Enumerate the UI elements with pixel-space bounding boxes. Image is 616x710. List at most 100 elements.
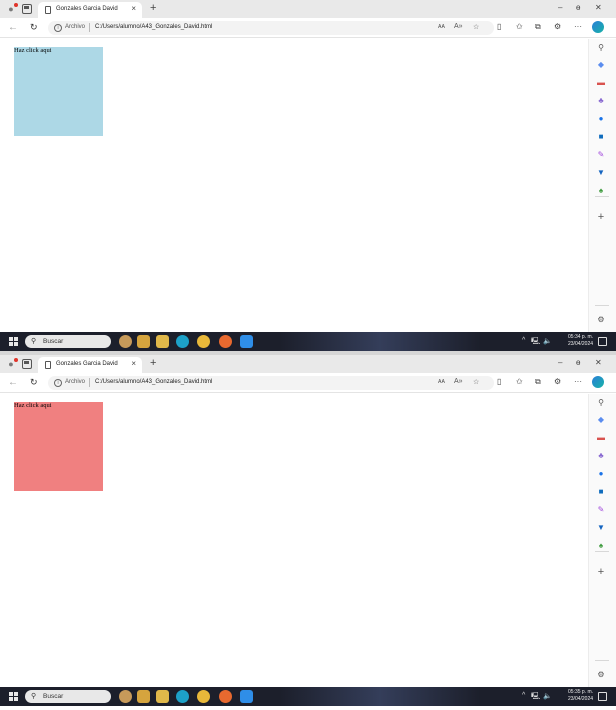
tray-chevron-icon[interactable]: ^ (522, 337, 525, 344)
tab-actions-icon[interactable] (22, 4, 32, 14)
read-aloud-icon[interactable]: A» (454, 23, 463, 30)
shopping-icon[interactable]: ▼ (596, 523, 606, 533)
widgets-icon[interactable] (119, 690, 132, 703)
translate-icon[interactable]: ᴀᴀ (438, 23, 445, 30)
copilot-icon[interactable] (592, 21, 604, 33)
reload-icon[interactable]: ↻ (30, 22, 38, 33)
favorites-icon[interactable]: ✩ (516, 22, 523, 31)
click-box[interactable]: Haz click aqui (14, 402, 103, 491)
tray-chevron-icon[interactable]: ^ (522, 692, 525, 699)
shopping-icon[interactable]: ▼ (596, 168, 606, 178)
tag-icon[interactable]: ◆ (596, 60, 606, 70)
extensions-icon[interactable]: ⚙ (554, 22, 561, 31)
extensions-icon[interactable]: ⚙ (554, 377, 561, 386)
reload-icon[interactable]: ↻ (30, 377, 38, 388)
info-icon[interactable]: i (54, 24, 62, 32)
widgets-icon[interactable] (119, 335, 132, 348)
copilot-icon[interactable] (592, 376, 604, 388)
close-window-button[interactable]: ✕ (595, 3, 602, 12)
taskbar-glow (280, 332, 480, 351)
chrome-taskbar-icon[interactable] (197, 335, 210, 348)
taskbar-search[interactable]: ⚲ Buscar (25, 335, 111, 348)
firefox-taskbar-icon[interactable] (219, 690, 232, 703)
outlook-icon[interactable]: ■ (596, 487, 606, 497)
sidebar-settings-icon[interactable]: ⚙ (596, 670, 606, 680)
url-text[interactable]: C:/Users/alumno/A43_Gonzales_David.html (95, 24, 212, 30)
chrome-taskbar-icon[interactable] (197, 690, 210, 703)
new-tab-button[interactable]: + (150, 2, 156, 14)
tab-close-icon[interactable]: × (131, 359, 136, 368)
windows-start-icon[interactable] (9, 692, 18, 701)
people-app-icon[interactable] (137, 690, 150, 703)
firefox-taskbar-icon[interactable] (219, 335, 232, 348)
new-tab-button[interactable]: + (150, 357, 156, 369)
browser-tab[interactable]: Gonzales Garcia David × (38, 2, 142, 18)
tree-icon[interactable]: ♠ (596, 186, 606, 196)
favorite-star-icon[interactable]: ☆ (473, 378, 479, 386)
minimize-button[interactable]: – (558, 358, 562, 367)
vscode-taskbar-icon[interactable] (240, 690, 253, 703)
address-separator (89, 378, 90, 387)
people-app-icon[interactable] (137, 335, 150, 348)
split-screen-icon[interactable]: ▯ (497, 377, 501, 386)
minimize-button[interactable]: – (558, 3, 562, 12)
more-icon[interactable]: ··· (574, 377, 582, 386)
collections-icon[interactable]: ⧉ (535, 22, 541, 32)
page-icon (45, 361, 51, 369)
back-arrow-icon[interactable]: ← (8, 22, 18, 33)
edge-taskbar-icon[interactable] (176, 335, 189, 348)
edge-taskbar-icon[interactable] (176, 690, 189, 703)
network-icon[interactable]: 🖳 (531, 692, 540, 703)
split-screen-icon[interactable]: ▯ (497, 22, 501, 31)
close-window-button[interactable]: ✕ (595, 358, 602, 367)
profile-icon[interactable]: ● (6, 358, 18, 369)
more-icon[interactable]: ··· (574, 22, 582, 31)
tree-icon[interactable]: ♠ (596, 541, 606, 551)
volume-icon[interactable]: 🔈 (543, 337, 552, 345)
taskbar-clock[interactable]: 05:34 p. m. 23/04/2024 (568, 334, 593, 348)
people-icon[interactable]: ♣ (596, 96, 606, 106)
restore-button[interactable]: ɵ (576, 3, 580, 12)
vscode-taskbar-icon[interactable] (240, 335, 253, 348)
sidebar-settings-icon[interactable]: ⚙ (596, 315, 606, 325)
address-bar[interactable]: i Archivo C:/Users/alumno/A43_Gonzales_D… (48, 376, 494, 390)
tab-close-icon[interactable]: × (131, 4, 136, 13)
browser-tab[interactable]: Gonzales Garcia David × (38, 357, 142, 373)
address-bar[interactable]: i Archivo C:/Users/alumno/A43_Gonzales_D… (48, 21, 494, 35)
taskbar-search[interactable]: ⚲ Buscar (25, 690, 111, 703)
file-explorer-icon[interactable] (156, 690, 169, 703)
add-sidebar-app-icon[interactable]: + (596, 567, 606, 578)
notification-center-icon[interactable] (598, 692, 607, 701)
restore-button[interactable]: ɵ (576, 358, 580, 367)
file-explorer-icon[interactable] (156, 335, 169, 348)
back-arrow-icon[interactable]: ← (8, 377, 18, 388)
network-icon[interactable]: 🖳 (531, 337, 540, 348)
outlook-icon[interactable]: ■ (596, 132, 606, 142)
search-icon[interactable]: ⚲ (596, 398, 606, 408)
toolbox-icon[interactable]: ▬ (596, 433, 606, 443)
volume-icon[interactable]: 🔈 (543, 692, 552, 700)
translate-icon[interactable]: ᴀᴀ (438, 378, 445, 385)
url-text[interactable]: C:/Users/alumno/A43_Gonzales_David.html (95, 379, 212, 385)
search-icon[interactable]: ⚲ (596, 43, 606, 53)
taskbar-clock[interactable]: 05:35 p. m. 23/04/2024 (568, 689, 593, 703)
read-aloud-icon[interactable]: A» (454, 378, 463, 385)
office-icon[interactable]: ● (596, 114, 606, 124)
toolbox-icon[interactable]: ▬ (596, 78, 606, 88)
windows-start-icon[interactable] (9, 337, 18, 346)
designer-icon[interactable]: ✎ (596, 150, 606, 160)
people-icon[interactable]: ♣ (596, 451, 606, 461)
favorites-icon[interactable]: ✩ (516, 377, 523, 386)
click-box[interactable]: Haz click aqui (14, 47, 103, 136)
profile-icon[interactable]: ● (6, 3, 18, 14)
tag-icon[interactable]: ◆ (596, 415, 606, 425)
info-icon[interactable]: i (54, 379, 62, 387)
collections-icon[interactable]: ⧉ (535, 377, 541, 387)
favorite-star-icon[interactable]: ☆ (473, 23, 479, 31)
designer-icon[interactable]: ✎ (596, 505, 606, 515)
tab-actions-icon[interactable] (22, 359, 32, 369)
taskbar-search-text: Buscar (43, 693, 64, 700)
notification-center-icon[interactable] (598, 337, 607, 346)
add-sidebar-app-icon[interactable]: + (596, 212, 606, 223)
office-icon[interactable]: ● (596, 469, 606, 479)
